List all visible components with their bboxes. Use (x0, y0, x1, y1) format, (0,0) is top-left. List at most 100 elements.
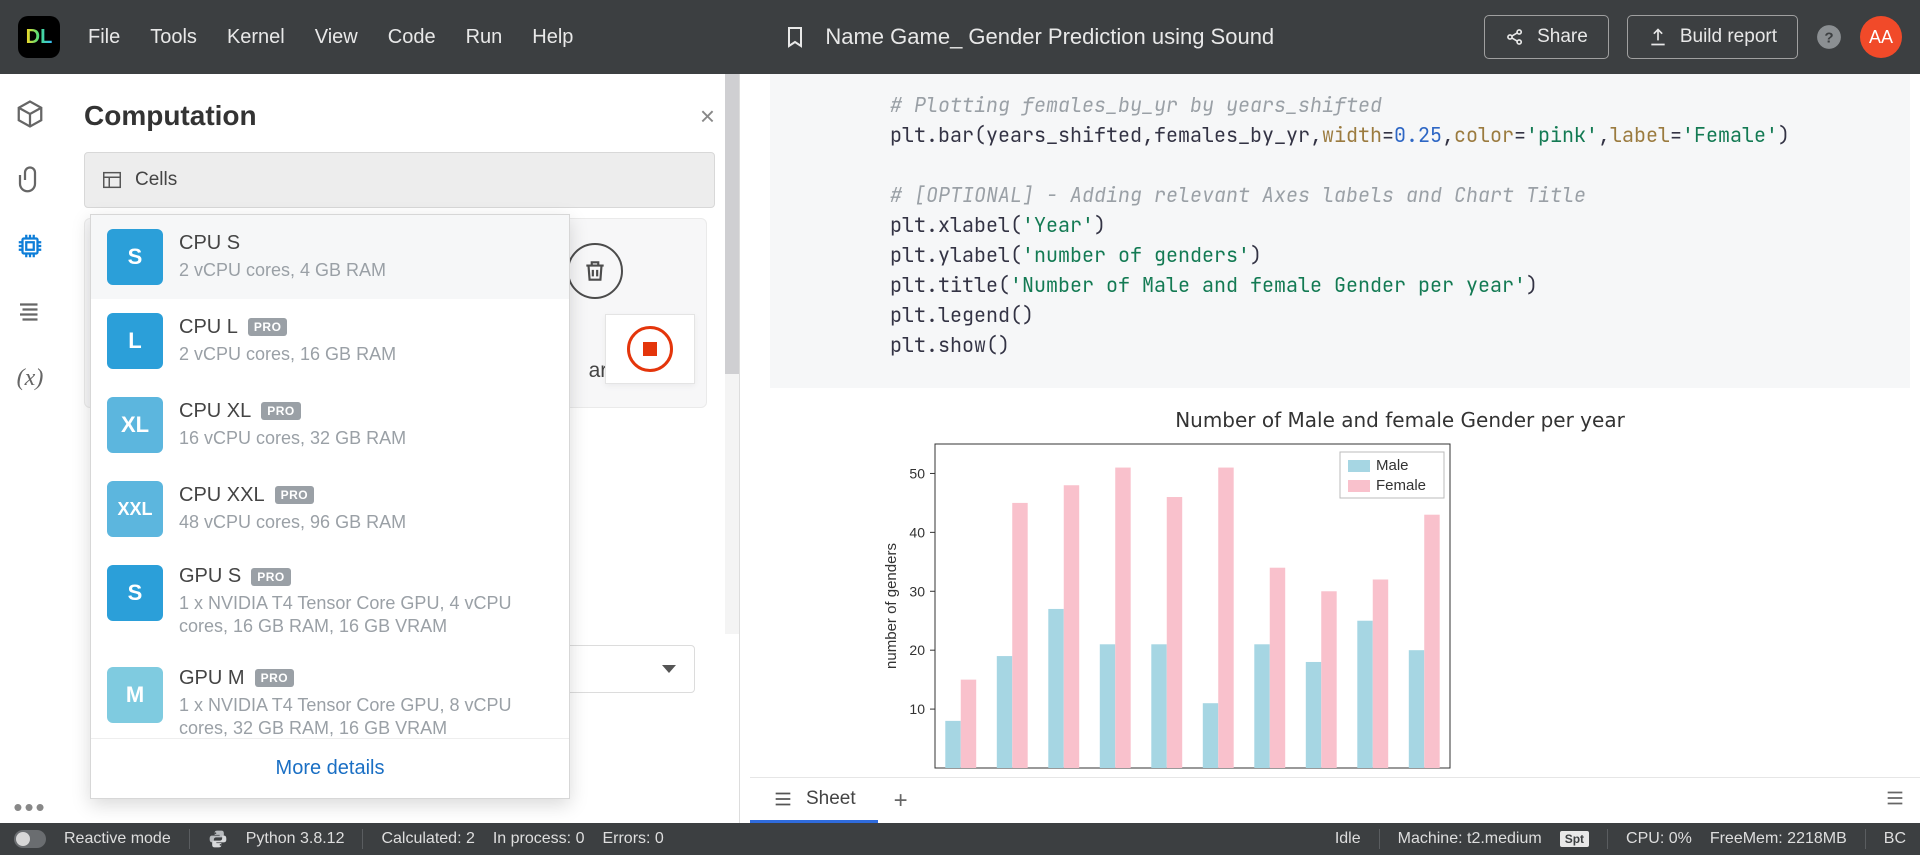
menu-run[interactable]: Run (466, 26, 503, 49)
svg-text:40: 40 (909, 524, 925, 540)
machine-desc: 2 vCPU cores, 16 GB RAM (179, 343, 396, 366)
trash-icon (582, 258, 608, 284)
notebook-title: Name Game_ Gender Prediction using Sound (825, 24, 1274, 50)
svg-text:30: 30 (909, 583, 925, 599)
machine-tile: XXL (107, 481, 163, 537)
machine-desc: 2 vCPU cores, 4 GB RAM (179, 259, 386, 282)
status-calculated: Calculated: 2 (381, 830, 474, 848)
chart-svg: 10 20 30 40 50 number of genders Male Female (880, 438, 1460, 778)
work-area: # Plotting females_by_yr by years_shifte… (760, 74, 1920, 791)
status-errors: Errors: 0 (602, 830, 663, 848)
cells-header[interactable]: Cells (84, 152, 715, 208)
reactive-toggle[interactable] (14, 830, 46, 848)
machine-option[interactable]: XXL CPU XXL PRO 48 vCPU cores, 96 GB RAM (91, 467, 569, 551)
python-version[interactable]: Python 3.8.12 (246, 830, 345, 848)
machine-tile: S (107, 229, 163, 285)
top-actions: Share Build report ? AA (1484, 15, 1902, 59)
build-label: Build report (1680, 26, 1777, 48)
menu-tools[interactable]: Tools (150, 26, 197, 49)
svg-text:Female: Female (1376, 477, 1426, 494)
machine-tile: XL (107, 397, 163, 453)
menu-view[interactable]: View (315, 26, 358, 49)
machine-tile: S (107, 565, 163, 621)
code-cell[interactable]: # Plotting females_by_yr by years_shifte… (770, 74, 1910, 388)
machine-option[interactable]: M GPU M PRO 1 x NVIDIA T4 Tensor Core GPU,… (91, 653, 569, 738)
more-details-link[interactable]: More details (91, 738, 569, 798)
machine-name: GPU M PRO (179, 667, 539, 690)
cells-icon (101, 169, 123, 191)
computation-panel: Computation × Cells ar outputs SCPU S2 v… (60, 74, 740, 823)
title-area: Name Game_ Gender Prediction using Sound (573, 24, 1484, 50)
more-rail-icon[interactable]: ••• (13, 792, 46, 823)
status-spt: Spt (1560, 831, 1589, 847)
machine-option[interactable]: LCPU L PRO2 vCPU cores, 16 GB RAM (91, 299, 569, 383)
status-machine[interactable]: Machine: t2.medium (1398, 830, 1542, 848)
sheet-tabs: Sheet + (750, 777, 1920, 823)
machine-name: CPU L PRO (179, 316, 396, 339)
share-button[interactable]: Share (1484, 15, 1609, 59)
svg-text:10: 10 (909, 701, 925, 717)
stop-icon (627, 326, 673, 372)
panel-title: Computation (84, 100, 257, 132)
left-rail: (x) ••• (0, 74, 60, 823)
user-avatar[interactable]: AA (1860, 16, 1902, 58)
menu-code[interactable]: Code (388, 26, 436, 49)
tab-sheet-label: Sheet (806, 788, 856, 810)
attachment-icon[interactable] (14, 164, 46, 196)
machine-dropdown: SCPU S2 vCPU cores, 4 GB RAMLCPU L PRO2 … (90, 214, 570, 799)
stop-card[interactable] (605, 314, 695, 384)
svg-text:number of genders: number of genders (883, 543, 900, 669)
chart-title: Number of Male and female Gender per yea… (880, 408, 1920, 432)
variables-icon[interactable]: (x) (14, 362, 46, 394)
help-icon[interactable]: ? (1816, 24, 1842, 50)
trash-button[interactable] (567, 243, 623, 299)
bookmark-icon[interactable] (783, 25, 807, 49)
chart-output: Number of Male and female Gender per yea… (880, 408, 1920, 778)
status-bar: Reactive mode Python 3.8.12 Calculated: … (0, 823, 1920, 855)
menu-help[interactable]: Help (532, 26, 573, 49)
build-report-button[interactable]: Build report (1627, 15, 1798, 59)
machine-desc: 48 vCPU cores, 96 GB RAM (179, 511, 406, 534)
share-icon (1505, 27, 1525, 47)
status-bc: BC (1884, 830, 1906, 848)
tabs-menu-icon[interactable] (1884, 787, 1906, 814)
machine-desc: 16 vCPU cores, 32 GB RAM (179, 427, 406, 450)
machine-option[interactable]: S CPU S 2 vCPU cores, 4 GB RAM (91, 215, 569, 299)
machine-name: CPU XL PRO (179, 400, 406, 423)
machine-tile: M (107, 667, 163, 723)
chevron-down-icon (662, 665, 676, 673)
cube-icon[interactable] (14, 98, 46, 130)
compute-icon[interactable] (14, 230, 46, 262)
app-logo: DL (18, 16, 60, 58)
top-bar: DL File Tools Kernel View Code Run Help … (0, 0, 1920, 74)
panel-scrollbar[interactable] (725, 74, 739, 634)
machine-option[interactable]: XL CPU XL PRO 16 vCPU cores, 32 GB RAM (91, 383, 569, 467)
status-inprocess: In process: 0 (493, 830, 585, 848)
svg-text:Male: Male (1376, 457, 1409, 474)
status-idle: Idle (1335, 830, 1361, 848)
tab-sheet[interactable]: Sheet (750, 778, 878, 823)
machine-name: GPU S PRO (179, 565, 539, 588)
machine-name: CPU XXL PRO (179, 484, 406, 507)
python-icon (208, 829, 228, 849)
reactive-label: Reactive mode (64, 830, 171, 848)
svg-text:?: ? (1824, 29, 1833, 46)
machine-desc: 1 x NVIDIA T4 Tensor Core GPU, 8 vCPU co… (179, 694, 539, 738)
menu-kernel[interactable]: Kernel (227, 26, 285, 49)
machine-name: CPU S (179, 232, 386, 255)
cells-label: Cells (135, 169, 177, 191)
svg-text:50: 50 (909, 465, 925, 481)
toc-icon[interactable] (14, 296, 46, 328)
add-tab-button[interactable]: + (878, 778, 924, 824)
svg-text:20: 20 (909, 642, 925, 658)
menu-file[interactable]: File (88, 26, 120, 49)
machine-option[interactable]: S GPU S PRO 1 x NVIDIA T4 Tensor Core GPU,… (91, 551, 569, 653)
list-icon (772, 788, 794, 810)
share-label: Share (1537, 26, 1588, 48)
status-mem: FreeMem: 2218MB (1710, 830, 1847, 848)
panel-close-icon[interactable]: × (700, 101, 715, 132)
upload-icon (1648, 27, 1668, 47)
status-cpu: CPU: 0% (1626, 830, 1692, 848)
main-menu: File Tools Kernel View Code Run Help (88, 26, 573, 49)
machine-desc: 1 x NVIDIA T4 Tensor Core GPU, 4 vCPU co… (179, 592, 539, 639)
